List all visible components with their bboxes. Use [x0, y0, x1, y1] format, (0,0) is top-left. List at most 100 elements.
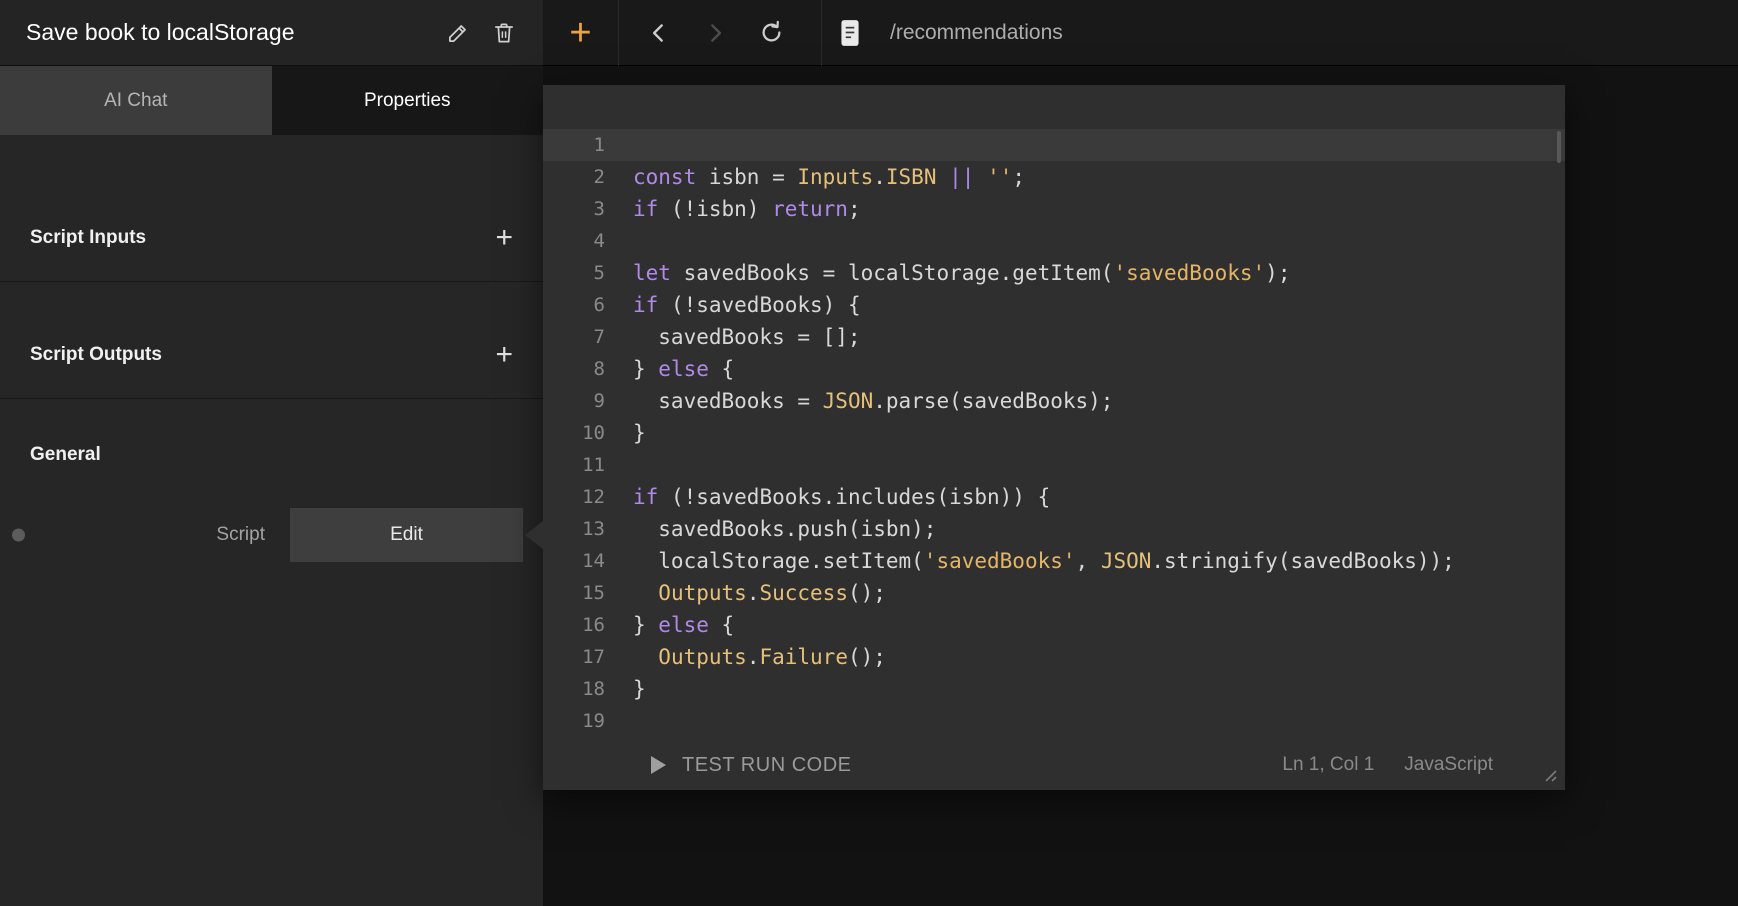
tab-properties[interactable]: Properties [272, 66, 544, 135]
forward-button[interactable] [687, 0, 743, 66]
code-line[interactable]: 2const isbn = Inputs.ISBN || ''; [543, 161, 1565, 193]
code-text: localStorage.setItem('savedBooks', JSON.… [617, 545, 1455, 577]
code-text: Outputs.Failure(); [617, 641, 886, 673]
code-area[interactable]: 12const isbn = Inputs.ISBN || '';3if (!i… [543, 85, 1565, 740]
cursor-position: Ln 1, Col 1 [1282, 754, 1374, 776]
script-property-row: Script Edit [0, 508, 543, 562]
code-text: if (!isbn) return; [617, 193, 861, 225]
properties-panel: Save book to localStorage AI Chat Proper… [0, 0, 543, 906]
line-number: 18 [543, 673, 617, 705]
line-number: 6 [543, 289, 617, 321]
play-icon [651, 756, 666, 774]
code-line[interactable]: 3if (!isbn) return; [543, 193, 1565, 225]
code-line[interactable]: 6if (!savedBooks) { [543, 289, 1565, 321]
line-number: 8 [543, 353, 617, 385]
code-line[interactable]: 18} [543, 673, 1565, 705]
chevron-left-icon [646, 20, 672, 46]
line-number: 19 [543, 705, 617, 737]
scrollbar-thumb[interactable] [1557, 131, 1561, 163]
code-line[interactable]: 4 [543, 225, 1565, 257]
code-line[interactable]: 13 savedBooks.push(isbn); [543, 513, 1565, 545]
code-text: } else { [617, 609, 734, 641]
code-text: if (!savedBooks) { [617, 289, 861, 321]
section-divider [0, 398, 543, 399]
line-number: 9 [543, 385, 617, 417]
editor-footer: TEST RUN CODE Ln 1, Col 1 JavaScript [543, 740, 1565, 790]
code-text: savedBooks = []; [617, 321, 861, 353]
add-button[interactable]: + [543, 0, 619, 66]
tab-ai-chat[interactable]: AI Chat [0, 66, 272, 135]
chevron-right-icon [702, 20, 728, 46]
line-number: 15 [543, 577, 617, 609]
code-line[interactable]: 11 [543, 449, 1565, 481]
section-script-outputs: Script Outputs + [0, 322, 543, 388]
code-text [617, 225, 633, 257]
code-editor-popover: 12const isbn = Inputs.ISBN || '';3if (!i… [543, 85, 1565, 790]
test-run-label: TEST RUN CODE [682, 754, 851, 777]
line-number: 11 [543, 449, 617, 481]
section-label: Script Inputs [30, 227, 495, 249]
delete-button[interactable] [481, 10, 527, 56]
language-label: JavaScript [1404, 754, 1493, 776]
line-number: 1 [543, 129, 617, 161]
rename-button[interactable] [435, 10, 481, 56]
url-path[interactable]: /recommendations [890, 21, 1063, 45]
section-script-inputs: Script Inputs + [0, 205, 543, 271]
code-line[interactable]: 9 savedBooks = JSON.parse(savedBooks); [543, 385, 1565, 417]
code-text: } else { [617, 353, 734, 385]
line-number: 3 [543, 193, 617, 225]
add-script-input-button[interactable]: + [495, 223, 513, 253]
code-line[interactable]: 5let savedBooks = localStorage.getItem('… [543, 257, 1565, 289]
line-number: 17 [543, 641, 617, 673]
code-line[interactable]: 14 localStorage.setItem('savedBooks', JS… [543, 545, 1565, 577]
code-line[interactable]: 7 savedBooks = []; [543, 321, 1565, 353]
line-number: 16 [543, 609, 617, 641]
code-text: } [617, 417, 646, 449]
line-number: 10 [543, 417, 617, 449]
popover-arrow [525, 521, 543, 549]
script-field-label: Script [216, 508, 265, 562]
add-script-output-button[interactable]: + [495, 340, 513, 370]
line-number: 7 [543, 321, 617, 353]
code-line[interactable]: 15 Outputs.Success(); [543, 577, 1565, 609]
line-number: 12 [543, 481, 617, 513]
trash-icon [491, 20, 517, 46]
preview-toolbar: + /recommendations [543, 0, 1738, 66]
code-line[interactable]: 17 Outputs.Failure(); [543, 641, 1565, 673]
code-text [617, 705, 633, 737]
page-button[interactable] [822, 0, 878, 66]
app-builder-window: nt ok nt + [0, 0, 1738, 906]
code-text: const isbn = Inputs.ISBN || ''; [617, 161, 1025, 193]
code-text: let savedBooks = localStorage.getItem('s… [617, 257, 1290, 289]
code-text [617, 129, 633, 161]
refresh-button[interactable] [743, 0, 799, 66]
section-divider [0, 281, 543, 282]
code-line[interactable]: 16} else { [543, 609, 1565, 641]
code-line[interactable]: 8} else { [543, 353, 1565, 385]
code-line[interactable]: 12if (!savedBooks.includes(isbn)) { [543, 481, 1565, 513]
refresh-icon [758, 19, 785, 46]
back-button[interactable] [631, 0, 687, 66]
edit-script-button[interactable]: Edit [290, 508, 523, 562]
code-text: } [617, 673, 646, 705]
section-general: General [0, 428, 543, 482]
section-label: General [30, 444, 513, 466]
code-text: if (!savedBooks.includes(isbn)) { [617, 481, 1050, 513]
connection-dot[interactable] [12, 529, 25, 542]
code-text: savedBooks = JSON.parse(savedBooks); [617, 385, 1113, 417]
line-number: 5 [543, 257, 617, 289]
document-icon [837, 18, 863, 48]
resize-grip[interactable] [1537, 762, 1559, 784]
code-text [617, 449, 633, 481]
panel-tabs: AI Chat Properties [0, 66, 543, 135]
code-text: Outputs.Success(); [617, 577, 886, 609]
code-text: savedBooks.push(isbn); [617, 513, 936, 545]
code-line[interactable]: 19 [543, 705, 1565, 737]
test-run-code-button[interactable]: TEST RUN CODE [651, 754, 851, 777]
code-line[interactable]: 10} [543, 417, 1565, 449]
code-lines: 12const isbn = Inputs.ISBN || '';3if (!i… [543, 129, 1565, 737]
line-number: 2 [543, 161, 617, 193]
section-label: Script Outputs [30, 344, 495, 366]
line-number: 14 [543, 545, 617, 577]
code-line[interactable]: 1 [543, 129, 1565, 161]
